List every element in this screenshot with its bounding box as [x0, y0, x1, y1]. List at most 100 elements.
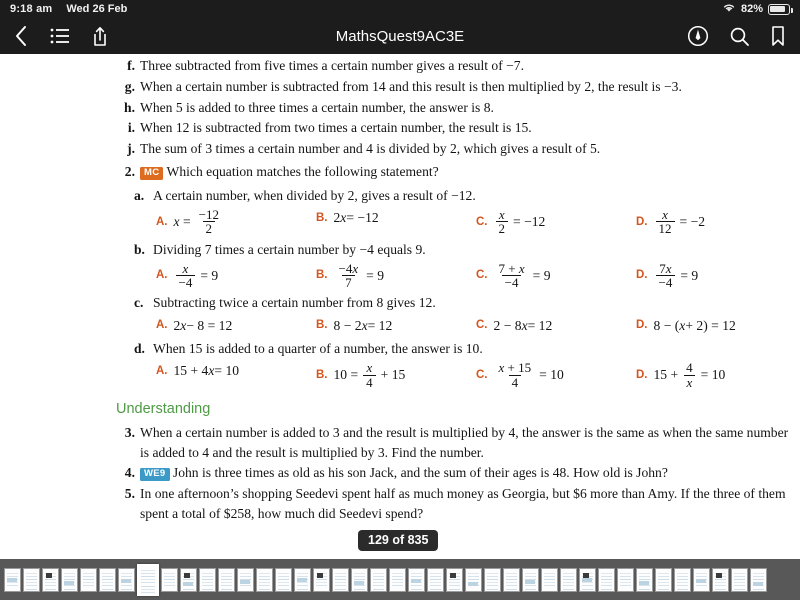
thumbnail-page[interactable] — [61, 567, 78, 592]
thumbnail-page[interactable] — [99, 567, 116, 592]
table-of-contents-icon[interactable] — [50, 28, 70, 44]
search-icon[interactable] — [729, 26, 750, 47]
annotate-pen-icon[interactable] — [687, 25, 709, 47]
fraction: x + 15 4 — [498, 360, 532, 390]
answer-option[interactable]: A. 15 + 4x = 10 — [156, 361, 316, 380]
question-2-parts: a. A certain number, when divided by 2, g… — [134, 186, 796, 389]
answer-option[interactable]: C. 2 − 8x = 12 — [476, 316, 636, 335]
question-2-text: Which equation matches the following sta… — [166, 164, 439, 180]
option-expression: 2 − 8x = 12 — [493, 317, 553, 333]
thumbnail-page[interactable] — [427, 567, 444, 592]
thumbnail-page[interactable] — [256, 567, 273, 592]
thumbnail-page[interactable] — [199, 567, 216, 592]
list-item: i. When 12 is subtracted from two times … — [118, 118, 796, 137]
thumbnail-page[interactable] — [560, 567, 577, 592]
list-item: 4. WE9 John is three times as old as his… — [118, 463, 796, 482]
thumbnail-page[interactable] — [332, 567, 349, 592]
answer-option[interactable]: A. 2 x − 8 = 12 — [156, 316, 316, 335]
thumbnail-page[interactable] — [617, 567, 634, 592]
thumbnail-page[interactable] — [636, 567, 653, 592]
thumbnail-page[interactable] — [80, 567, 97, 592]
thumbnail-page[interactable] — [180, 567, 197, 592]
answer-option[interactable]: D. x 12 = −2 — [636, 208, 796, 236]
answer-option[interactable]: D. 8 − (x + 2) = 12 — [636, 316, 796, 335]
page-content: f. Three subtracted from five times a ce… — [0, 54, 800, 523]
answer-options: A. 15 + 4x = 10 B. 10 = x 4 + 15 C. x + 15 4 = 10 D… — [156, 361, 796, 389]
thumbnail-page[interactable] — [446, 567, 463, 592]
thumbnail-page[interactable] — [275, 567, 292, 592]
thumbnail-page[interactable] — [237, 567, 254, 592]
thumbnail-page[interactable] — [579, 567, 596, 592]
item-label: 5. — [124, 486, 135, 502]
answer-option[interactable]: B. 8 − 2x = 12 — [316, 316, 476, 335]
answer-option[interactable]: B. 10 = x 4 + 15 — [316, 361, 476, 389]
option-expression: 7x −4 = 9 — [654, 262, 698, 290]
thumbnail-page[interactable] — [161, 567, 178, 592]
answer-option[interactable]: B. 2 x = −12 — [316, 208, 476, 227]
thumbnail-page[interactable] — [351, 567, 368, 592]
item-text: When a certain number is added to 3 and … — [140, 425, 789, 460]
thumbnail-page[interactable] — [712, 567, 729, 592]
thumbnail-page[interactable] — [674, 567, 691, 592]
thumbnail-page[interactable] — [693, 567, 710, 592]
thumbnail-page[interactable] — [313, 567, 330, 592]
option-expression: x 12 = −2 — [654, 208, 705, 236]
list-item: f. Three subtracted from five times a ce… — [118, 56, 796, 75]
thumbnail-page[interactable] — [598, 567, 615, 592]
answer-option[interactable]: B. −4x 7 = 9 — [316, 262, 476, 290]
thumbnail-page[interactable] — [370, 567, 387, 592]
item-text: When 12 is subtracted from two times a c… — [140, 120, 532, 136]
answer-option[interactable]: C. 7 + x −4 = 9 — [476, 262, 636, 290]
wifi-icon — [722, 2, 736, 16]
option-expression: 7 + x −4 = 9 — [494, 262, 551, 290]
thumbnail-page[interactable] — [294, 567, 311, 592]
thumbnail-current[interactable] — [137, 563, 159, 596]
thumbnail-page[interactable] — [23, 567, 40, 592]
thumbnail-page[interactable] — [218, 567, 235, 592]
option-letter: A. — [156, 319, 168, 332]
answer-options: A. x −4 = 9 B. −4x 7 = 9 C. 7 + x −4 = 9 D. 7x −4 = 9 — [156, 262, 796, 290]
nav-left-group — [14, 25, 108, 47]
thumbnail-page[interactable] — [465, 567, 482, 592]
option-letter: D. — [636, 319, 648, 332]
document-page[interactable]: f. Three subtracted from five times a ce… — [0, 54, 800, 559]
thumbnail-page[interactable] — [750, 567, 767, 592]
thumbnail-page[interactable] — [389, 567, 406, 592]
option-expression: 2x = −12 — [333, 210, 379, 226]
thumbnail-page[interactable] — [118, 567, 135, 592]
bookmark-icon[interactable] — [770, 25, 786, 47]
question-2: 2. MC Which equation matches the followi… — [118, 162, 796, 388]
answer-option[interactable]: D. 7x −4 = 9 — [636, 262, 796, 290]
item-text: When a certain number is subtracted from… — [140, 78, 682, 94]
share-icon[interactable] — [92, 26, 108, 47]
question-part: b. Dividing 7 times a certain number by −… — [134, 240, 796, 259]
thumbnail-scrubber[interactable] — [0, 559, 800, 600]
back-chevron-icon[interactable] — [14, 25, 28, 47]
part-label: d. — [134, 340, 145, 356]
answer-option[interactable]: D. 15 +4 x = 10 — [636, 361, 796, 389]
answer-option[interactable]: C. x 2 = −12 — [476, 208, 636, 236]
thumbnail-page[interactable] — [4, 567, 21, 592]
thumbnail-page[interactable] — [408, 567, 425, 592]
answer-option[interactable]: A. x = −12 2 — [156, 208, 316, 236]
list-item: j. The sum of 3 times a certain number a… — [118, 139, 796, 158]
thumbnail-page[interactable] — [42, 567, 59, 592]
thumbnail-page[interactable] — [541, 567, 558, 592]
fraction: 7 + x −4 — [498, 260, 525, 291]
thumbnail-page[interactable] — [731, 567, 748, 592]
list-item: g. When a certain number is subtracted f… — [118, 77, 796, 96]
part-text: Subtracting twice a certain number from … — [153, 295, 436, 311]
item-text: In one afternoon’s shopping Seedevi spen… — [140, 486, 786, 521]
answer-option[interactable]: C. x + 15 4 = 10 — [476, 361, 636, 389]
status-time: 9:18 am — [10, 3, 53, 15]
fraction: 4x — [683, 361, 696, 389]
option-expression: 15 + 4x = 10 — [173, 363, 240, 379]
thumbnail-page[interactable] — [522, 567, 539, 592]
thumbnail-page[interactable] — [484, 567, 501, 592]
part-text: When 15 is added to a quarter of a numbe… — [153, 340, 483, 356]
thumbnail-page[interactable] — [503, 567, 520, 592]
thumbnail-page[interactable] — [655, 567, 672, 592]
part-text: A certain number, when divided by 2, giv… — [153, 187, 476, 203]
answer-option[interactable]: A. x −4 = 9 — [156, 262, 316, 290]
question-part: d. When 15 is added to a quarter of a num… — [134, 339, 796, 358]
